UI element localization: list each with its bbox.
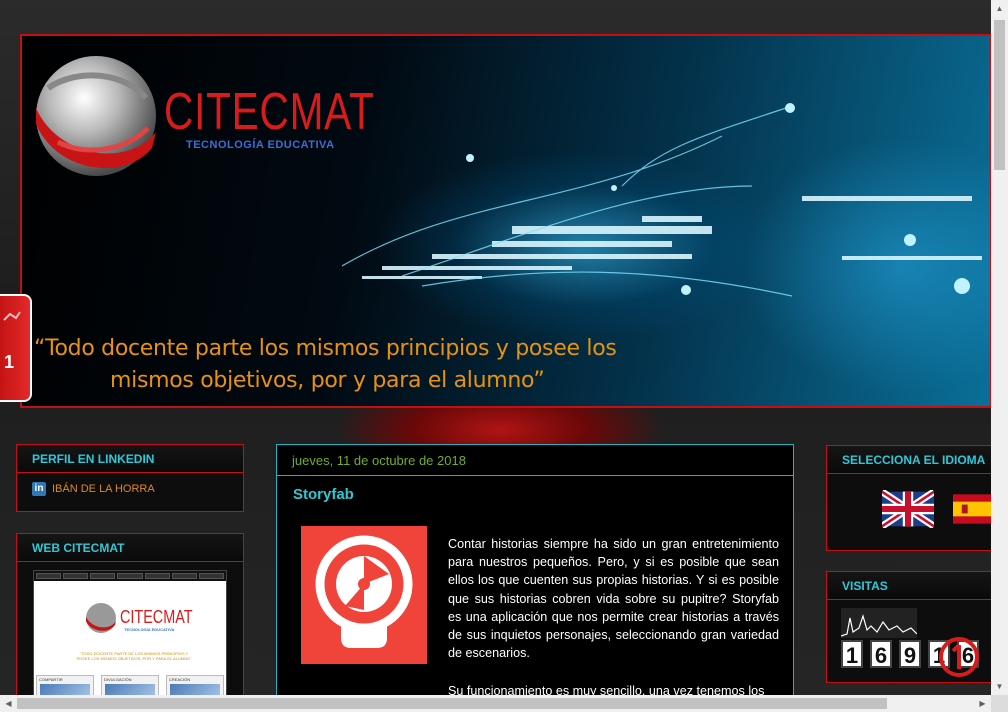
banner-quote-line1: “Todo docente parte los mismos principio… (34, 336, 617, 361)
tech-light-decoration (342, 103, 982, 297)
share-icon (3, 311, 21, 321)
website-thumbnail[interactable]: CITECMAT TECNOLOGÍA EDUCATIVA "TODO DOCE… (33, 570, 227, 700)
citecmat-globe-logo (36, 56, 156, 176)
linkedin-widget: PERFIL EN LINKEDIN in IBÁN DE LA HORRA (16, 444, 244, 512)
uk-flag-icon[interactable] (882, 490, 934, 528)
scrollbar-corner (991, 695, 1008, 712)
post-paragraph: Contar historias siempre ha sido un gran… (448, 537, 779, 661)
banner-quote-line2: mismos objetivos, por y para el alumno” (110, 368, 545, 393)
visits-sparkline (841, 608, 917, 638)
header-banner[interactable]: CITECMAT TECNOLOGÍA EDUCATIVA “Todo doce… (20, 34, 992, 408)
visit-digit: 6 (870, 640, 892, 668)
post-title-link[interactable]: Storyfab (293, 486, 354, 503)
scroll-left-icon[interactable]: ◀ (0, 695, 17, 712)
thumbnail-globe-icon (86, 603, 116, 633)
scroll-up-icon[interactable]: ▲ (991, 0, 1008, 17)
storyfab-lightbulb-icon (315, 535, 413, 648)
blog-post: jueves, 11 de octubre de 2018 Storyfab C… (276, 444, 794, 706)
linkedin-icon: in (32, 482, 46, 496)
floating-share-tab[interactable]: 1 (0, 294, 32, 402)
scroll-right-icon[interactable]: ▶ (974, 695, 991, 712)
horizontal-scroll-thumb[interactable] (17, 698, 887, 709)
thumbnail-tagline: TECNOLOGÍA EDUCATIVA (124, 627, 175, 632)
thumbnail-brand: CITECMAT (120, 607, 193, 627)
brand-tagline: TECNOLOGÍA EDUCATIVA (186, 139, 335, 151)
counter-badge-icon (939, 637, 979, 677)
linkedin-widget-title: PERFIL EN LINKEDIN (17, 445, 243, 473)
storyfab-logo-image[interactable] (301, 526, 427, 664)
web-widget-title: WEB CITECMAT (17, 534, 243, 562)
horizontal-scrollbar[interactable]: ◀ ▶ (0, 695, 1008, 712)
thumbnail-nav-bar (34, 571, 226, 581)
linkedin-profile-row[interactable]: in IBÁN DE LA HORRA (32, 482, 155, 496)
language-widget: SELECCIONA EL IDIOMA (826, 445, 997, 551)
visit-digit: 1 (841, 640, 863, 668)
vertical-scroll-thumb[interactable] (994, 20, 1005, 170)
floating-tab-count: 1 (4, 352, 15, 372)
linkedin-profile-link[interactable]: IBÁN DE LA HORRA (52, 483, 155, 495)
language-widget-title: SELECCIONA EL IDIOMA (827, 446, 995, 474)
scroll-down-icon[interactable]: ▼ (991, 678, 1008, 695)
vertical-scrollbar[interactable]: ▲ ▼ (991, 0, 1008, 695)
visits-widget-title: VISITAS (827, 572, 995, 600)
visit-digit: 9 (899, 640, 921, 668)
visits-widget: VISITAS 1 6 9 1 6 (826, 571, 996, 683)
post-date: jueves, 11 de octubre de 2018 (277, 445, 793, 476)
web-citecmat-widget: WEB CITECMAT CITECMAT TECNOLOGÍA EDUCATI… (16, 533, 244, 703)
thumbnail-quote: "TODO DOCENTE PARTE DE LOS MISMOS PRINCI… (76, 651, 192, 661)
